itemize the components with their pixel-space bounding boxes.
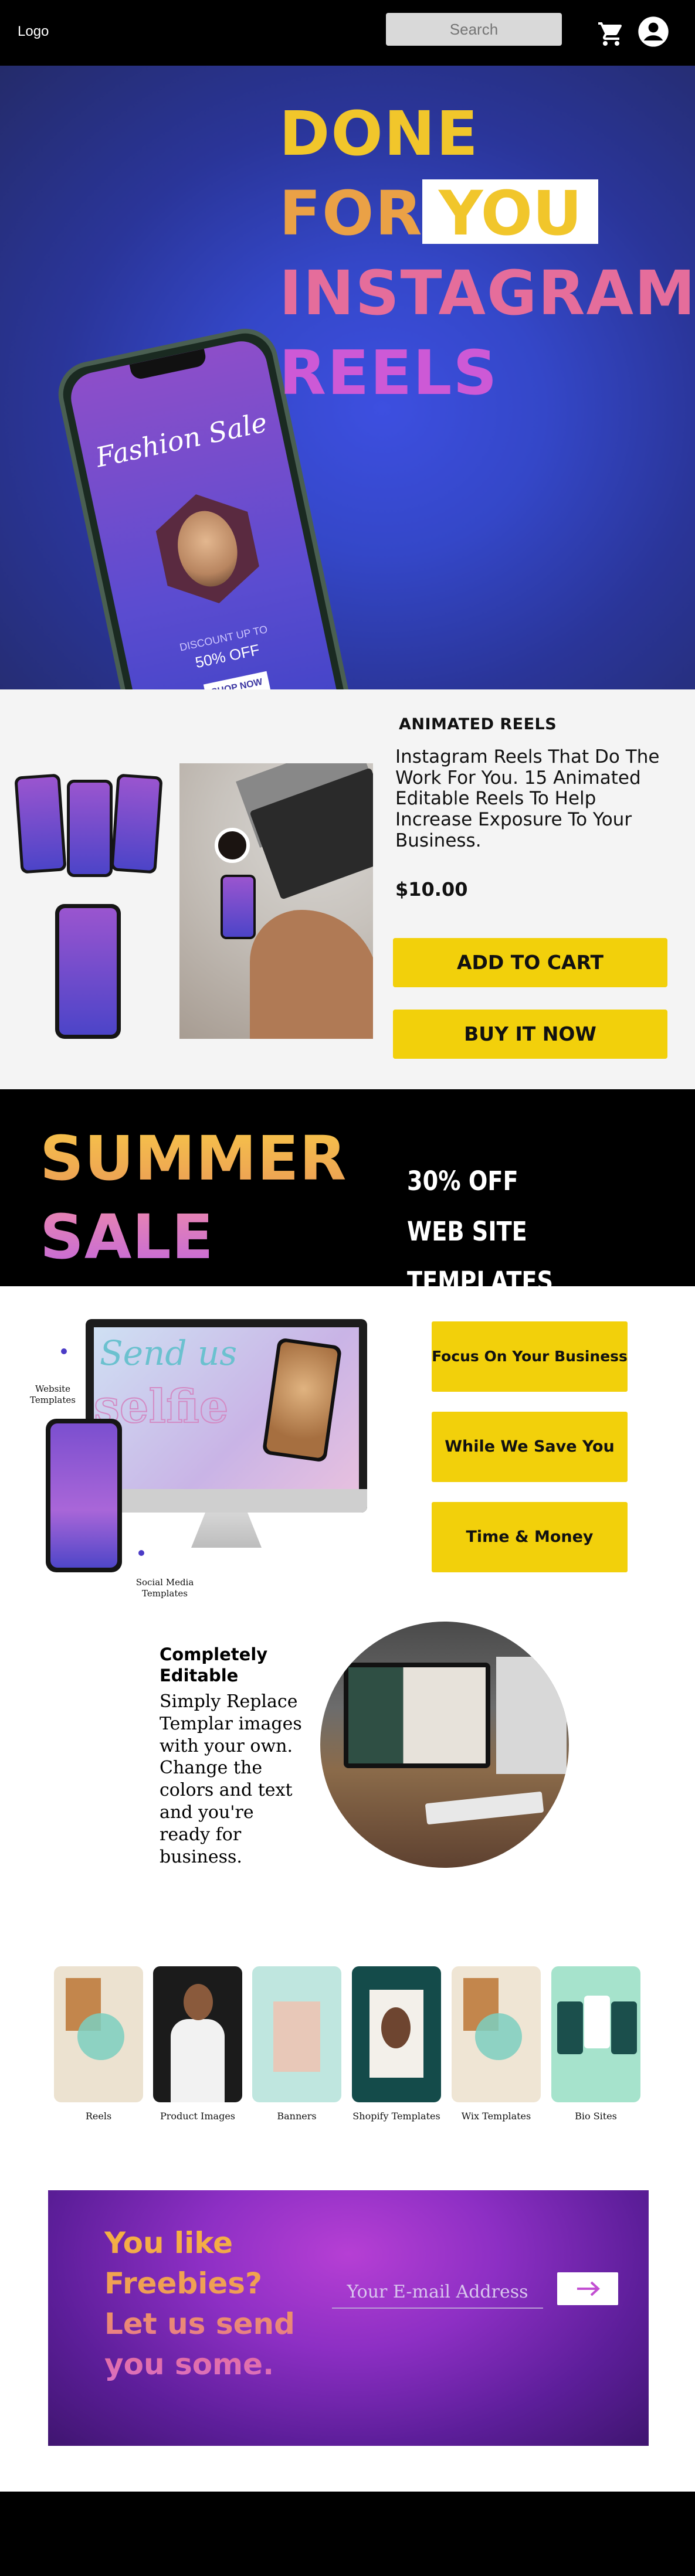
product-price: $10.00 (395, 878, 468, 900)
account-icon[interactable] (637, 15, 670, 48)
hero-headline-you: YOU (439, 178, 582, 249)
category-label-bio-sites: Bio Sites (575, 2111, 617, 2122)
phone-promo-title: Fashion Sale (93, 406, 270, 474)
category-tile-product-images[interactable] (153, 1966, 242, 2102)
category-tile-shopify-templates[interactable] (352, 1966, 441, 2102)
callout-social-media-templates: Social Media Templates (135, 1577, 194, 1599)
coffee-cup (215, 828, 250, 863)
category-label-reels: Reels (85, 2111, 112, 2122)
callout-website-templates: Website Templates (30, 1384, 76, 1405)
sale-headline-sale: SALE (40, 1201, 214, 1273)
email-field[interactable] (332, 2276, 543, 2309)
category-tile-wix-templates[interactable] (452, 1966, 541, 2102)
category-label-banners: Banners (277, 2111, 317, 2122)
search-input[interactable] (386, 13, 562, 46)
product-main-image (179, 763, 373, 1039)
shelf-photo (496, 1657, 567, 1774)
hero-headline-reels: REELS (279, 337, 499, 409)
feature-focus-on-business[interactable]: Focus On Your Business (432, 1321, 628, 1392)
workspace-monitor (344, 1663, 490, 1768)
feature-time-and-money[interactable]: Time & Money (432, 1502, 628, 1572)
mini-phone (14, 773, 67, 874)
newsletter-title: You like Freebies? Let us send you some. (104, 2223, 316, 2385)
buy-it-now-button[interactable]: BUY IT NOW (393, 1010, 667, 1059)
product-category: ANIMATED REELS (399, 715, 557, 733)
mini-phone (110, 773, 163, 874)
callout-dot (138, 1550, 144, 1556)
workspace-keyboard (425, 1791, 544, 1825)
product-thumbnail-reels-group[interactable] (14, 773, 163, 882)
product-thumbnail-phone[interactable] (55, 904, 121, 1039)
category-tile-banners[interactable] (252, 1966, 341, 2102)
cart-icon[interactable] (597, 20, 625, 48)
monitor-chin (86, 1489, 367, 1513)
mini-phone (67, 780, 113, 877)
feature-while-we-save-you[interactable]: While We Save You (432, 1412, 628, 1482)
website-template-monitor: Send us selfie (86, 1319, 367, 1513)
social-media-template-phone (46, 1419, 122, 1572)
monitor-stand (191, 1513, 262, 1548)
editable-title: Completely Editable (160, 1644, 268, 1686)
hero-headline-done: DONE (279, 98, 479, 169)
add-to-cart-button[interactable]: ADD TO CART (393, 938, 667, 987)
logo[interactable]: Logo (18, 23, 49, 40)
sale-headline-summer: SUMMER (40, 1123, 347, 1194)
callout-dot (61, 1348, 67, 1354)
site-footer (0, 2492, 695, 2576)
product-description: Instagram Reels That Do The Work For You… (395, 746, 660, 851)
category-tile-bio-sites[interactable] (551, 1966, 640, 2102)
phone-shop-now: SHOP NOW (203, 671, 271, 689)
editable-description: Simply Replace Templar images with your … (160, 1691, 302, 1867)
arrow-right-icon (577, 2281, 600, 2296)
category-label-wix-templates: Wix Templates (461, 2111, 531, 2122)
category-label-shopify-templates: Shopify Templates (352, 2111, 440, 2122)
category-tile-reels[interactable] (54, 1966, 143, 2102)
sale-offer-text: 30% OFF WEB SITE TEMPLATES (407, 1165, 554, 1297)
hand-photo (250, 910, 373, 1039)
monitor-send-us-text: Send us (100, 1333, 238, 1373)
monitor-phone-photo (262, 1337, 343, 1463)
product-phone (221, 875, 256, 939)
monitor-screen: Send us selfie (94, 1327, 359, 1489)
hero-headline-instagram: INSTAGRAM (279, 257, 695, 329)
newsletter-submit-button[interactable] (557, 2272, 618, 2305)
editable-workspace-photo (320, 1622, 569, 1868)
hero-headline-for: FOR (279, 178, 423, 249)
site-header: Logo (0, 0, 695, 66)
phone-notch (129, 348, 208, 381)
category-label-product-images: Product Images (160, 2111, 236, 2122)
